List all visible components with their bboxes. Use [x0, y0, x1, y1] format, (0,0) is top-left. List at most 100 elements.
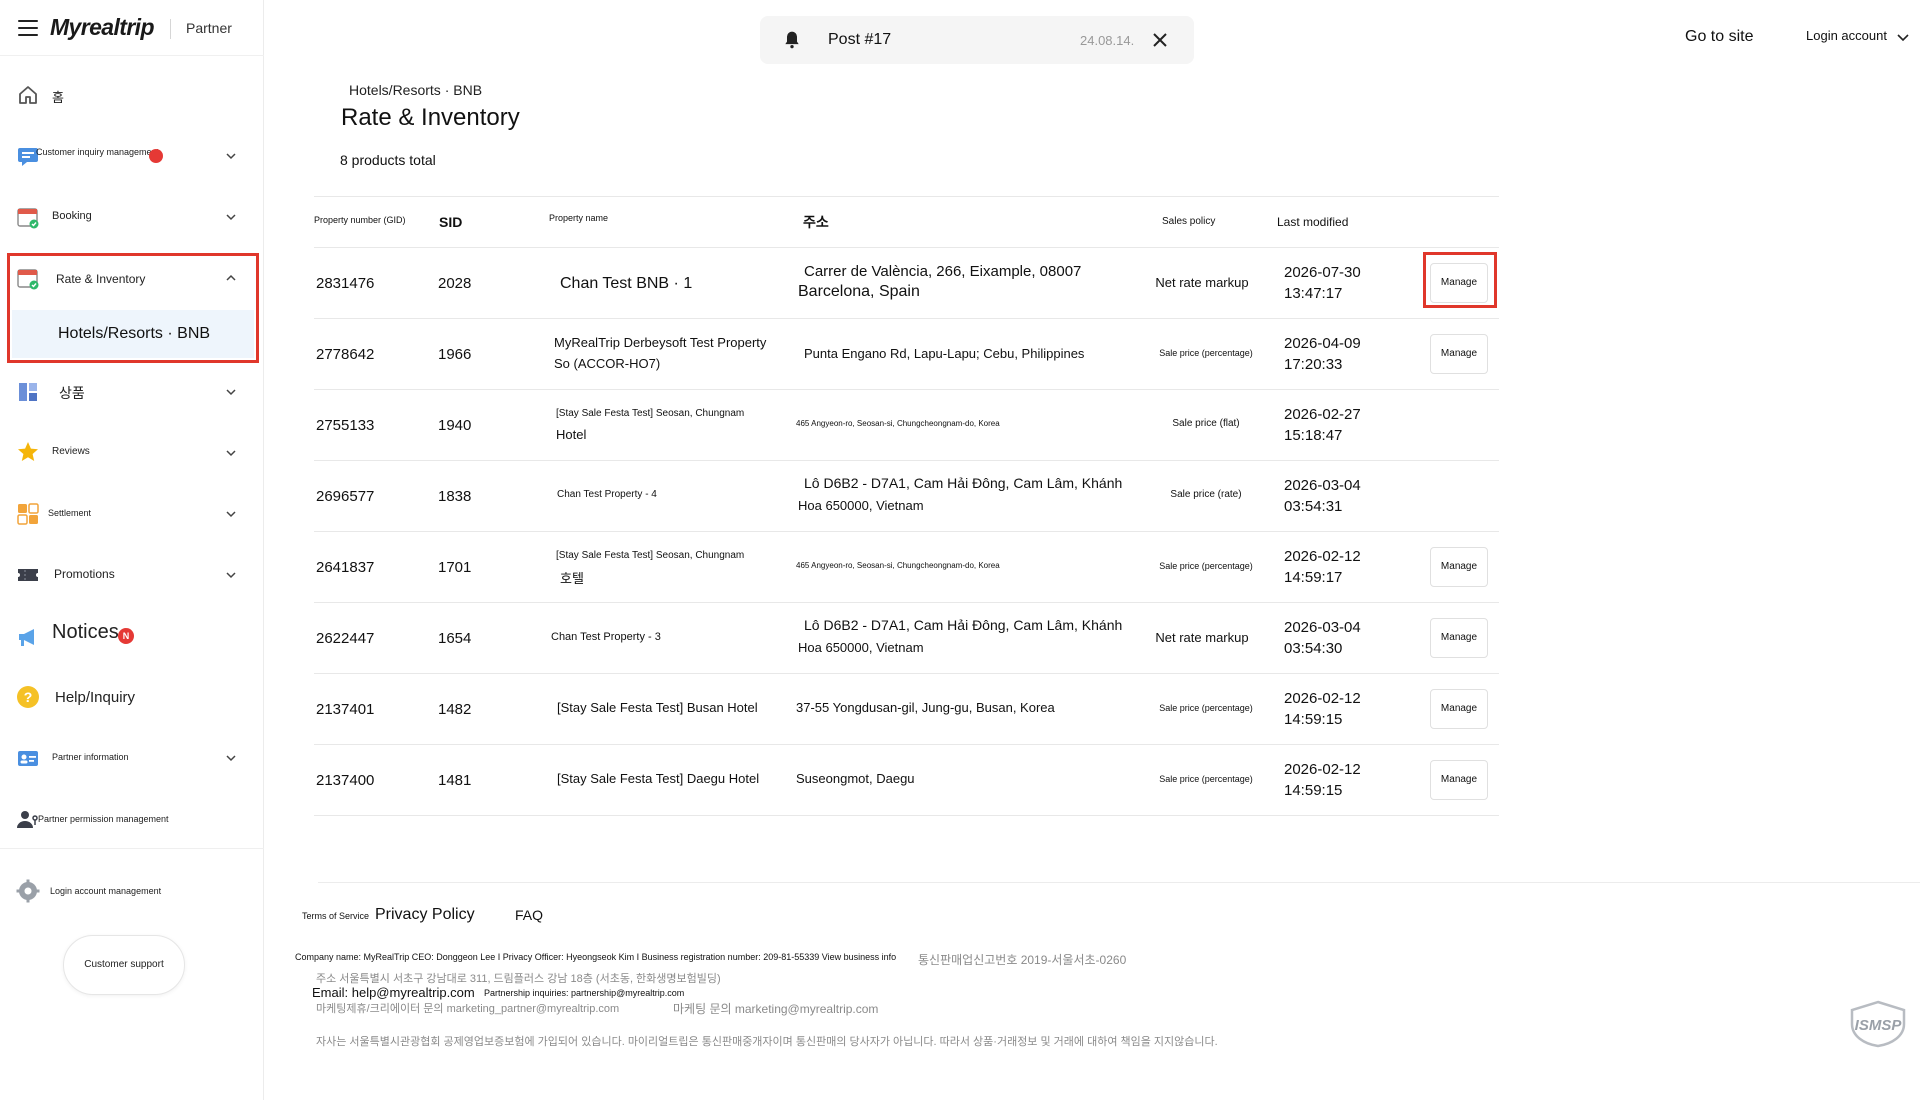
last-modified-date: 2026-07-30	[1284, 264, 1361, 281]
sales-policy: Sale price (percentage)	[1159, 703, 1253, 713]
chevron-down-icon	[226, 570, 236, 580]
sales-policy: Net rate markup	[1155, 630, 1249, 645]
property-sid: 1701	[438, 559, 472, 576]
brand-header: Myrealtrip Partner	[0, 0, 264, 56]
manage-button[interactable]: Manage	[1430, 618, 1488, 658]
svg-text:ISMSP: ISMSP	[1855, 1017, 1903, 1034]
chevron-down-icon	[226, 151, 236, 161]
property-name: [Stay Sale Festa Test] Busan Hotel	[557, 700, 758, 715]
column-header-address: 주소	[803, 214, 829, 230]
sales-policy: Sale price (flat)	[1172, 418, 1240, 429]
divider	[0, 848, 264, 849]
property-name-line2: 호텔	[560, 571, 584, 586]
sidebar-item-customer-inquiry[interactable]: Customer inquiry management	[0, 134, 264, 178]
property-address-line2: Hoa 650000, Vietnam	[798, 498, 924, 513]
ticket-icon	[18, 569, 38, 581]
privacy-link[interactable]: Privacy Policy	[375, 906, 475, 924]
faq-link[interactable]: FAQ	[515, 907, 543, 923]
sidebar-subitem-hotels[interactable]: Hotels/Resorts · BNB	[12, 310, 254, 358]
chevron-down-icon	[226, 387, 236, 397]
last-modified-date: 2026-03-04	[1284, 619, 1361, 636]
bell-icon	[785, 31, 799, 49]
last-modified-time: 14:59:17	[1284, 569, 1343, 586]
megaphone-icon	[19, 629, 34, 646]
sidebar-item-rate-inventory[interactable]: Rate & Inventory	[0, 258, 264, 302]
close-icon[interactable]	[1150, 30, 1170, 50]
property-address: 465 Angyeon-ro, Seosan-si, Chungcheongna…	[796, 419, 1000, 428]
highlight-box	[1423, 252, 1497, 308]
calculator-icon	[17, 503, 39, 525]
last-modified-time: 14:59:15	[1284, 711, 1343, 728]
manage-button[interactable]: Manage	[1430, 760, 1488, 800]
table-header: Property number (GID) SID Property name …	[314, 196, 1499, 248]
svg-text:?: ?	[24, 689, 33, 705]
property-gid: 2137401	[316, 701, 375, 718]
last-modified-time: 17:20:33	[1284, 356, 1343, 373]
sales-policy: Sale price (percentage)	[1159, 561, 1253, 571]
last-modified-time: 03:54:31	[1284, 498, 1343, 515]
login-account-dropdown[interactable]: Login account	[1806, 28, 1887, 43]
chevron-down-icon	[226, 509, 236, 519]
property-name: [Stay Sale Festa Test] Seosan, Chungnam	[556, 408, 745, 419]
sidebar: Myrealtrip Partner 홈 Customer inquiry ma…	[0, 0, 264, 1100]
property-address-line2: Barcelona, Spain	[798, 283, 920, 300]
email-info: Email: help@myrealtrip.com	[312, 985, 479, 1000]
property-gid: 2641837	[316, 559, 375, 576]
sidebar-item-promotions[interactable]: Promotions	[0, 553, 264, 597]
sidebar-item-label: Booking	[52, 210, 92, 222]
logo[interactable]: Myrealtrip	[50, 14, 155, 41]
menu-icon[interactable]	[18, 20, 38, 36]
manage-button[interactable]: Manage	[1430, 334, 1488, 374]
go-to-site-link[interactable]: Go to site	[1685, 28, 1753, 46]
sidebar-item-login-management[interactable]: Login account management	[0, 869, 264, 913]
notice-banner[interactable]: Post #17 24.08.14.	[760, 16, 1194, 64]
sidebar-item-reviews[interactable]: Reviews	[0, 431, 264, 475]
chevron-down-icon[interactable]	[1897, 32, 1909, 42]
calendar-check-icon	[17, 208, 39, 229]
table-row: 2137400 1481 [Stay Sale Festa Test] Daeg…	[314, 745, 1499, 816]
footer-divider	[318, 882, 1920, 883]
property-address: Lô D6B2 - D7A1, Cam Hải Đông, Cam Lâm, K…	[804, 617, 1123, 633]
sidebar-item-booking[interactable]: Booking	[0, 195, 264, 239]
sidebar-item-settlement[interactable]: Settlement	[0, 492, 264, 536]
divider	[170, 19, 171, 39]
sidebar-item-help[interactable]: ? Help/Inquiry	[0, 676, 264, 720]
terms-link[interactable]: Terms of Service	[302, 911, 369, 921]
last-modified-date: 2026-02-12	[1284, 690, 1361, 707]
last-modified-date: 2026-02-27	[1284, 406, 1361, 423]
sales-policy: Sale price (percentage)	[1159, 774, 1253, 784]
manage-button[interactable]: Manage	[1430, 689, 1488, 729]
manage-button[interactable]: Manage	[1430, 547, 1488, 587]
chevron-down-icon	[226, 212, 236, 222]
property-sid: 2028	[438, 275, 472, 292]
sidebar-item-permission[interactable]: Partner permission management	[0, 797, 264, 841]
sidebar-subitem-label: Hotels/Resorts · BNB	[58, 325, 211, 342]
sidebar-item-partner-info[interactable]: Partner information	[0, 736, 264, 780]
notification-badge	[149, 149, 163, 163]
property-gid: 2778642	[316, 346, 375, 363]
property-gid: 2622447	[316, 630, 375, 647]
column-header-modified: Last modified	[1277, 215, 1349, 229]
last-modified-time: 03:54:30	[1284, 640, 1343, 657]
sidebar-item-notices[interactable]: Notices N	[0, 614, 264, 658]
sidebar-item-label: Notices	[52, 621, 119, 643]
property-sid: 1482	[438, 701, 472, 718]
property-sid: 1481	[438, 772, 472, 789]
customer-support-button[interactable]: Customer support	[63, 935, 185, 995]
property-address: Carrer de València, 266, Eixample, 08007	[804, 263, 1082, 280]
product-count: 8 products total	[340, 152, 436, 168]
property-address: Punta Engano Rd, Lapu-Lapu; Cebu, Philip…	[804, 346, 1085, 361]
sidebar-item-home[interactable]: 홈	[0, 73, 264, 117]
chevron-up-icon	[226, 273, 236, 283]
column-header-name: Property name	[549, 213, 609, 223]
table-row: 2778642 1966 MyRealTrip Derbeysoft Test …	[314, 319, 1499, 390]
notification-badge: N	[118, 628, 134, 644]
column-header-gid: Property number (GID)	[314, 215, 406, 225]
last-modified-time: 15:18:47	[1284, 427, 1343, 444]
gear-icon	[16, 879, 40, 903]
property-gid: 2137400	[316, 772, 375, 789]
page-title: Rate & Inventory	[341, 104, 520, 131]
sidebar-item-products[interactable]: 상품	[0, 370, 264, 414]
last-modified-date: 2026-02-12	[1284, 548, 1361, 565]
marketing-info: 마케팅 문의 marketing@myrealtrip.com	[673, 1002, 879, 1016]
